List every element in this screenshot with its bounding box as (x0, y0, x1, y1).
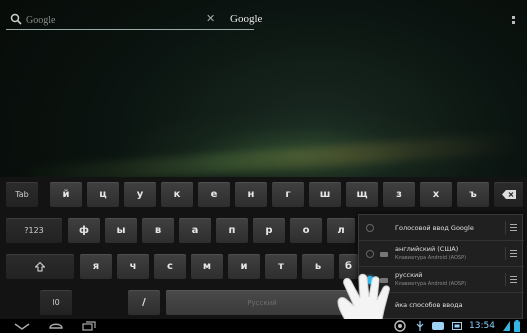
keyboard-icon[interactable] (394, 320, 406, 332)
search-brand: Google (230, 13, 263, 25)
key[interactable]: ш (309, 182, 341, 207)
ime-option-voice[interactable]: Голосовой ввод Google (359, 215, 524, 241)
key-tab[interactable]: Tab (6, 182, 38, 207)
key[interactable]: ч (117, 254, 149, 279)
key[interactable]: а (179, 218, 211, 243)
key[interactable]: т (265, 254, 297, 279)
space-bar[interactable]: Pусский (166, 290, 358, 315)
google-search-bar[interactable]: ✕ Google (6, 10, 262, 30)
key[interactable]: г (272, 182, 304, 207)
key[interactable]: и (228, 254, 260, 279)
key[interactable]: щ (346, 182, 378, 207)
key[interactable]: х (420, 182, 452, 207)
settings-icon[interactable] (505, 247, 518, 260)
wifi-icon (503, 321, 510, 331)
ime-option-english[interactable]: английский (США) Клавиатура Android (AOS… (359, 241, 524, 267)
key[interactable]: ц (87, 182, 119, 207)
backspace-key[interactable] (494, 182, 523, 207)
home-icon[interactable] (48, 321, 64, 331)
key[interactable]: ъ (457, 182, 489, 207)
key[interactable]: у (124, 182, 156, 207)
clock: 13:54 (469, 321, 495, 331)
image-icon (452, 322, 462, 330)
home-screen: ✕ Google Tab й ц у к е н г ш щ з х ъ ?12… (0, 0, 527, 333)
key[interactable]: в (142, 218, 174, 243)
ime-option-label: английский (США) (395, 245, 459, 253)
key[interactable]: о (290, 218, 322, 243)
key[interactable]: с (154, 254, 186, 279)
search-input[interactable] (26, 13, 196, 27)
key[interactable]: р (253, 218, 285, 243)
clear-icon[interactable]: ✕ (206, 12, 215, 26)
key[interactable]: я (80, 254, 112, 279)
menu-icon[interactable] (512, 16, 518, 30)
recent-apps-icon[interactable] (82, 321, 96, 331)
ime-option-label: Голосовой ввод Google (395, 224, 474, 232)
radio-button[interactable] (366, 224, 374, 232)
key[interactable]: е (198, 182, 230, 207)
ime-option-sublabel: Клавиатура Android (AOSP) (395, 255, 467, 261)
key[interactable]: к (161, 182, 193, 207)
search-icon[interactable] (10, 13, 22, 25)
key[interactable]: л (327, 218, 355, 243)
key[interactable]: й (50, 182, 82, 207)
key-slash[interactable]: / (128, 290, 160, 315)
key[interactable]: н (235, 182, 267, 207)
notification-icon (432, 322, 444, 330)
key[interactable]: ь (302, 254, 334, 279)
key-numbers[interactable]: l0 (40, 290, 72, 315)
battery-icon (514, 320, 520, 332)
settings-icon[interactable] (505, 221, 518, 234)
key[interactable]: з (383, 182, 415, 207)
keyboard-icon (380, 252, 388, 257)
shift-key[interactable] (6, 254, 74, 279)
settings-icon[interactable] (505, 273, 518, 286)
back-icon[interactable] (14, 321, 30, 331)
key[interactable]: п (216, 218, 248, 243)
key[interactable]: м (191, 254, 223, 279)
radio-button[interactable] (366, 250, 374, 258)
system-bar: 13:54 (0, 319, 527, 333)
backspace-icon (501, 190, 516, 199)
usb-icon (416, 321, 424, 331)
key[interactable]: ф (68, 218, 100, 243)
key[interactable]: ы (105, 218, 137, 243)
key-symbols[interactable]: ?123 (6, 218, 62, 243)
shift-icon (35, 261, 45, 271)
